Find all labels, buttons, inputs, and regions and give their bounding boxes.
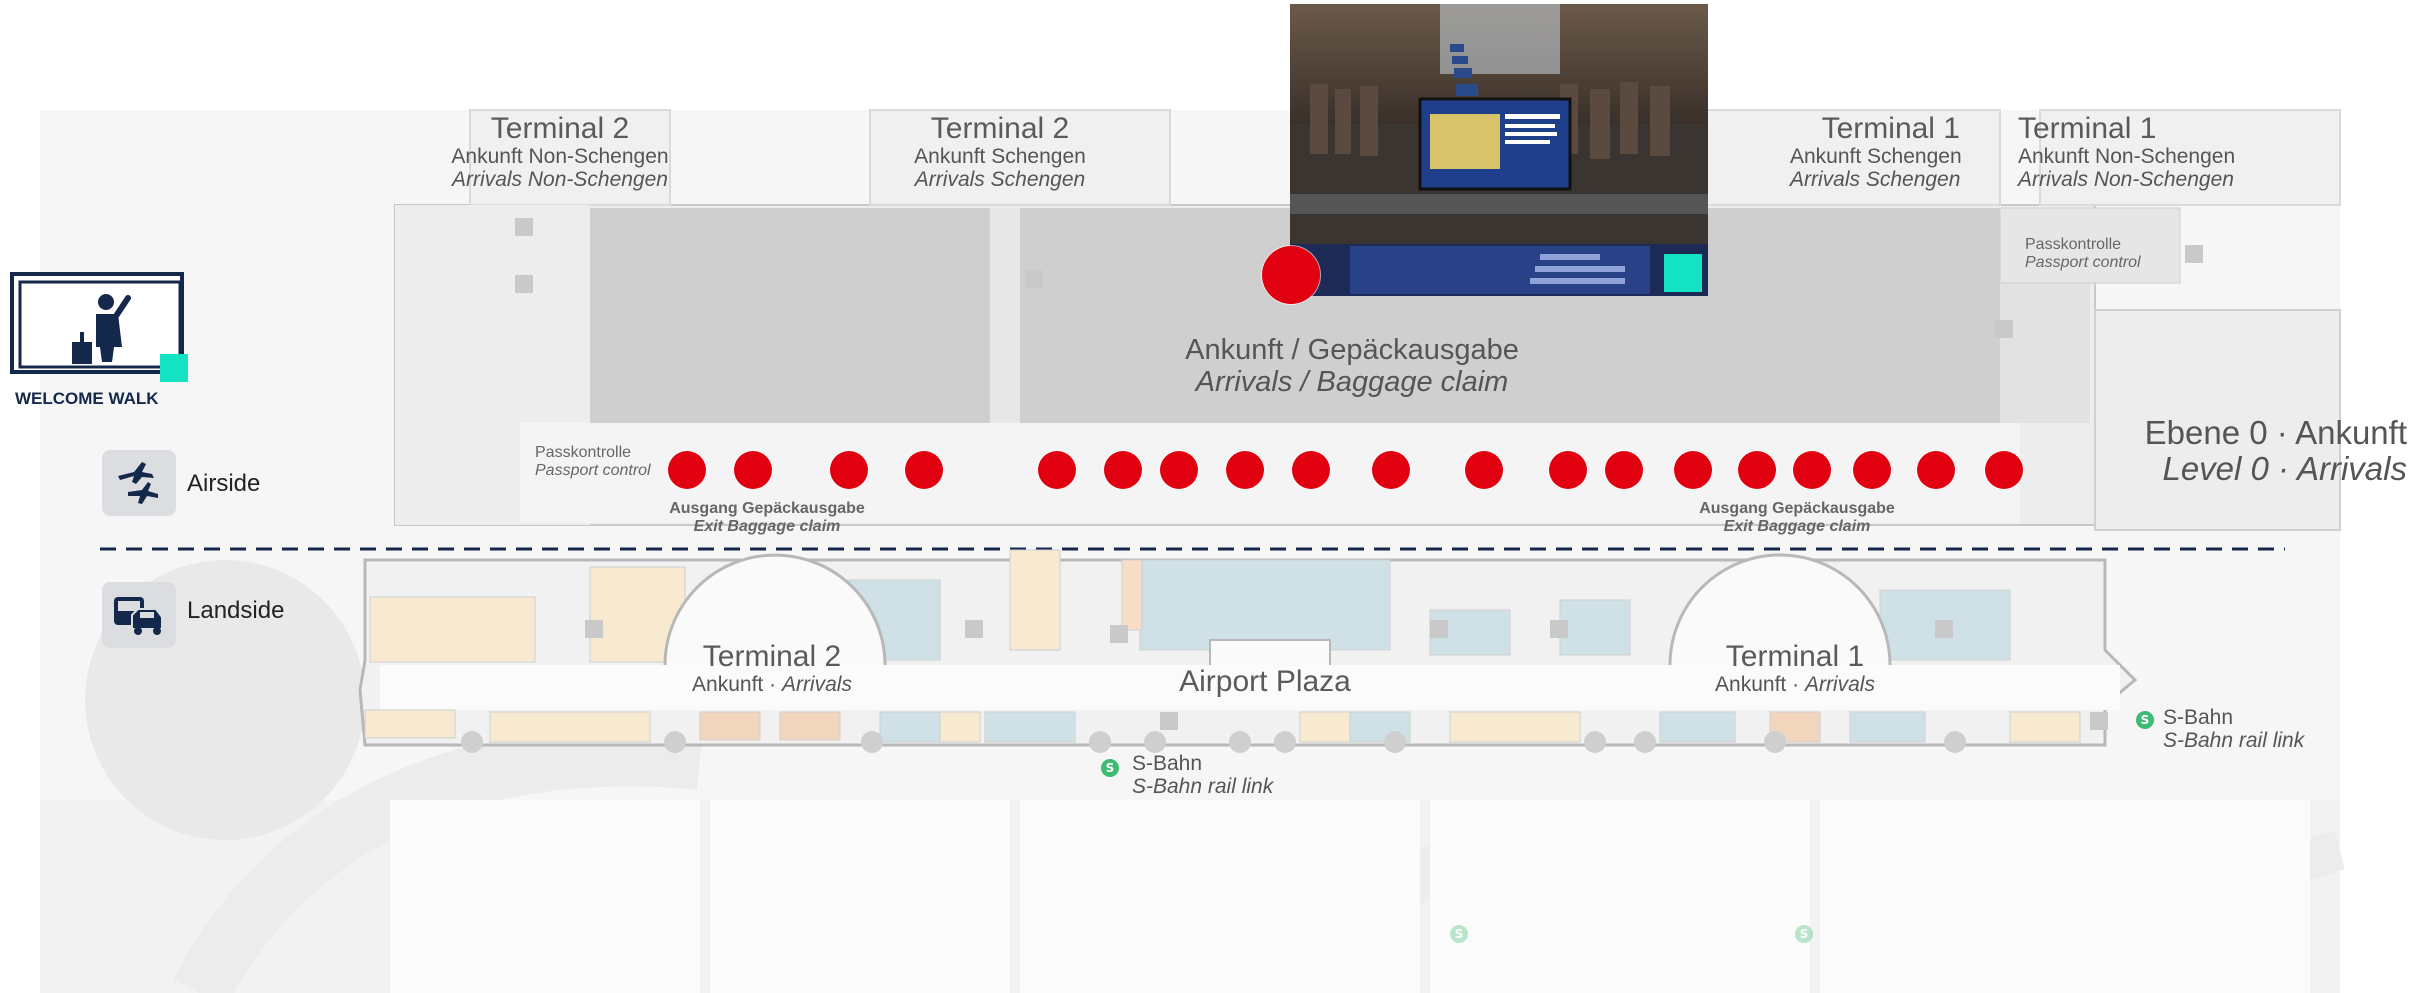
airport-plaza-label: Airport Plaza	[1179, 665, 1351, 698]
level-heading: Ebene 0 · Ankunft Level 0 · Arrivals	[2144, 414, 2407, 488]
bus-car-icon	[102, 582, 176, 648]
s-bahn-icon: S	[2136, 711, 2154, 729]
location-marker[interactable]	[1674, 451, 1712, 489]
welcome-walk-logo: WELCOME WALK	[10, 272, 190, 412]
location-marker[interactable]	[734, 451, 772, 489]
location-marker[interactable]	[1292, 451, 1330, 489]
location-marker[interactable]	[1226, 451, 1264, 489]
location-marker[interactable]	[1738, 451, 1776, 489]
landside-label: Landside	[187, 597, 285, 624]
t2-landside-en: Arrivals	[781, 673, 852, 696]
s-bahn-icon: S	[1795, 925, 1813, 943]
t1-schengen-label: Terminal 1 Ankunft Schengen Arrivals Sch…	[1790, 112, 1962, 192]
passport-control-left-label: Passkontrolle Passport control	[535, 444, 651, 479]
t1-non-schengen-label: Terminal 1 Ankunft Non-Schengen Arrivals…	[2018, 112, 2236, 192]
location-marker[interactable]	[1853, 451, 1891, 489]
airside-label: Airside	[187, 470, 261, 497]
location-marker[interactable]	[1104, 451, 1142, 489]
exit-baggage-right-label: Ausgang Gepäckausgabe Exit Baggage claim	[1699, 500, 1895, 535]
photo-accent-square	[1664, 254, 1702, 292]
s-bahn-icon: S	[1450, 925, 1468, 943]
location-marker[interactable]	[1465, 451, 1503, 489]
t1-landside-de: Ankunft ·	[1715, 673, 1805, 696]
location-marker[interactable]	[668, 451, 706, 489]
location-marker[interactable]	[1549, 451, 1587, 489]
location-marker[interactable]	[1793, 451, 1831, 489]
t2-non-schengen-label: Terminal 2 Ankunft Non-Schengen Arrivals…	[451, 112, 669, 192]
s-bahn-right-label: S-Bahn S-Bahn rail link	[2163, 706, 2305, 753]
t2-landside-de: Ankunft ·	[692, 673, 782, 696]
welcome-walk-text: WELCOME WALK	[15, 389, 159, 408]
baggage-screen-photo	[1290, 4, 1708, 296]
s-bahn-center-label: S-Bahn S-Bahn rail link	[1132, 752, 1274, 799]
photo-image	[1290, 4, 1708, 296]
airplanes-icon	[102, 450, 176, 516]
location-marker[interactable]	[1985, 451, 2023, 489]
location-marker[interactable]	[905, 451, 943, 489]
t2-schengen-label: Terminal 2 Ankunft Schengen Arrivals Sch…	[914, 112, 1086, 192]
t1-landside-label: Terminal 1 Ankunft · Arrivals	[1715, 640, 1875, 696]
person-with-luggage-icon	[10, 272, 188, 382]
location-marker[interactable]	[1160, 451, 1198, 489]
t2-landside-label: Terminal 2 Ankunft · Arrivals	[692, 640, 852, 696]
passport-control-right-label: Passkontrolle Passport control	[2025, 236, 2141, 271]
location-marker[interactable]	[1605, 451, 1643, 489]
location-marker[interactable]	[1038, 451, 1076, 489]
location-marker-active[interactable]	[1262, 246, 1320, 304]
s-bahn-icon: S	[1101, 759, 1119, 777]
t1-landside-en: Arrivals	[1804, 673, 1875, 696]
baggage-claim-label: Ankunft / Gepäckausgabe Arrivals / Bagga…	[1185, 334, 1519, 398]
location-marker[interactable]	[830, 451, 868, 489]
location-marker[interactable]	[1372, 451, 1410, 489]
location-marker[interactable]	[1917, 451, 1955, 489]
exit-baggage-left-label: Ausgang Gepäckausgabe Exit Baggage claim	[669, 500, 865, 535]
